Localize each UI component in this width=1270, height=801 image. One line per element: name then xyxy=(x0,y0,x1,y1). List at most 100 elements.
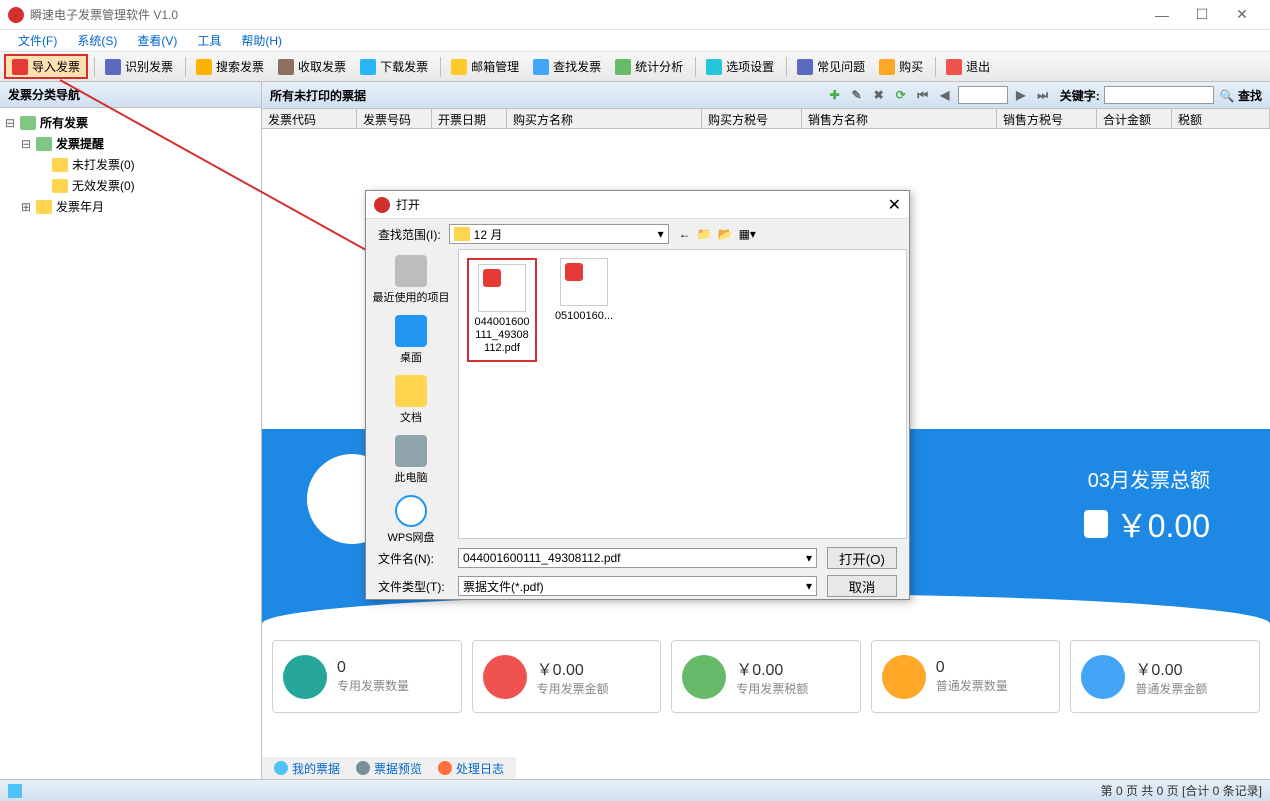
options-icon xyxy=(706,59,722,75)
tab-preview[interactable]: 票据预览 xyxy=(348,760,430,777)
cancel-button[interactable]: 取消 xyxy=(827,575,897,597)
col-number[interactable]: 发票号码 xyxy=(357,109,432,128)
col-tax[interactable]: 税额 xyxy=(1172,109,1270,128)
sidebar-label: WPS网盘 xyxy=(387,532,434,544)
nav-refresh[interactable]: ⟳ xyxy=(892,86,910,104)
menu-system[interactable]: 系统(S) xyxy=(67,32,127,49)
col-date[interactable]: 开票日期 xyxy=(432,109,507,128)
card-normal-amount: ￥0.00普通发票金额 xyxy=(1070,640,1260,713)
nav-edit[interactable]: ✎ xyxy=(848,86,866,104)
receive-icon xyxy=(278,59,294,75)
toolbar-stats[interactable]: 统计分析 xyxy=(609,56,689,77)
folder-icon xyxy=(36,200,52,214)
filetype-value: 票据文件(*.pdf) xyxy=(463,578,544,595)
col-code[interactable]: 发票代码 xyxy=(262,109,357,128)
toolbar-options[interactable]: 选项设置 xyxy=(700,56,780,77)
mailbox-icon xyxy=(451,59,467,75)
tree-invalid[interactable]: 无效发票(0) xyxy=(4,175,257,196)
col-seller[interactable]: 销售方名称 xyxy=(802,109,997,128)
import-icon xyxy=(12,59,28,75)
sidebar-desktop[interactable]: 桌面 xyxy=(371,315,451,365)
menu-tools[interactable]: 工具 xyxy=(187,32,231,49)
toolbar-download[interactable]: 下载发票 xyxy=(354,56,434,77)
tree-all-invoices[interactable]: ⊟所有发票 xyxy=(4,112,257,133)
file-item-selected[interactable]: 044001600111_49308112.pdf xyxy=(467,258,537,362)
content-title: 所有未打印的票据 xyxy=(270,87,826,104)
col-seller-tax[interactable]: 销售方税号 xyxy=(997,109,1097,128)
tab-my-invoices[interactable]: 我的票据 xyxy=(266,760,348,777)
toolbar-find[interactable]: 查找发票 xyxy=(527,56,607,77)
folder-select[interactable]: 12 月 ▾ xyxy=(449,224,669,244)
pc-icon xyxy=(395,435,427,467)
toolbar-faq-label: 常见问题 xyxy=(817,58,865,75)
menu-file[interactable]: 文件(F) xyxy=(8,32,67,49)
col-buyer[interactable]: 购买方名称 xyxy=(507,109,702,128)
wps-icon xyxy=(395,495,427,527)
toolbar-buy-label: 购买 xyxy=(899,58,923,75)
card-value: 0 xyxy=(936,659,1008,677)
nav-view-icon[interactable]: ▦▾ xyxy=(739,227,756,241)
col-buyer-tax[interactable]: 购买方税号 xyxy=(702,109,802,128)
clipboard-icon xyxy=(283,655,327,699)
col-total[interactable]: 合计金额 xyxy=(1097,109,1172,128)
toolbar-recognize[interactable]: 识别发票 xyxy=(99,56,179,77)
card-label: 专用发票税额 xyxy=(736,680,808,697)
toolbar-mailbox[interactable]: 邮箱管理 xyxy=(445,56,525,77)
monitor-icon xyxy=(8,784,22,798)
nav-add[interactable]: ✚ xyxy=(826,86,844,104)
tab-label: 处理日志 xyxy=(456,760,504,777)
dialog-close[interactable]: ✕ xyxy=(888,195,901,215)
menu-view[interactable]: 查看(V) xyxy=(127,32,187,49)
toolbar-exit[interactable]: 退出 xyxy=(940,56,996,77)
filename-input[interactable]: 044001600111_49308112.pdf▾ xyxy=(458,548,817,568)
card-label: 普通发票金额 xyxy=(1135,680,1207,697)
keyword-input[interactable] xyxy=(1104,86,1214,104)
bag-icon xyxy=(1084,510,1108,538)
find-icon xyxy=(533,59,549,75)
sidebar-pc[interactable]: 此电脑 xyxy=(371,435,451,485)
sidebar-docs[interactable]: 文档 xyxy=(371,375,451,425)
tab-log[interactable]: 处理日志 xyxy=(430,760,512,777)
folder-icon xyxy=(52,179,68,193)
menu-help[interactable]: 帮助(H) xyxy=(231,32,292,49)
close-button[interactable]: ✕ xyxy=(1222,2,1262,28)
sidebar: 发票分类导航 ⊟所有发票 ⊟发票提醒 未打发票(0) 无效发票(0) ⊞发票年月 xyxy=(0,82,262,779)
dropdown-icon: ▾ xyxy=(806,579,812,593)
minimize-button[interactable]: — xyxy=(1142,2,1182,28)
search-button[interactable]: 🔍 查找 xyxy=(1220,87,1262,104)
maximize-button[interactable]: ☐ xyxy=(1182,2,1222,28)
toolbar-receive[interactable]: 收取发票 xyxy=(272,56,352,77)
doc-icon xyxy=(682,655,726,699)
nav-page-input[interactable] xyxy=(958,86,1008,104)
toolbar-buy[interactable]: 购买 xyxy=(873,56,929,77)
open-button[interactable]: 打开(O) xyxy=(827,547,897,569)
nav-first[interactable]: ⏮ xyxy=(914,86,932,104)
sidebar-wps[interactable]: WPS网盘 xyxy=(371,495,451,545)
card-value: ￥0.00 xyxy=(1135,656,1207,680)
tree-unprinted[interactable]: 未打发票(0) xyxy=(4,154,257,175)
nav-back-icon[interactable]: ← xyxy=(679,227,691,241)
tree-byyear[interactable]: ⊞发票年月 xyxy=(4,196,257,217)
file-item[interactable]: 05100160... xyxy=(549,258,619,323)
dialog-sidebar: 最近使用的项目 桌面 文档 此电脑 WPS网盘 xyxy=(366,249,456,539)
toolbar-recognize-label: 识别发票 xyxy=(125,58,173,75)
nav-next[interactable]: ▶ xyxy=(1012,86,1030,104)
sidebar-recent[interactable]: 最近使用的项目 xyxy=(371,255,451,305)
toolbar-faq[interactable]: 常见问题 xyxy=(791,56,871,77)
nav-delete[interactable]: ✖ xyxy=(870,86,888,104)
toolbar-import-label: 导入发票 xyxy=(32,58,80,75)
tree-label: 未打发票(0) xyxy=(72,156,135,173)
nav-newfolder-icon[interactable]: 📂 xyxy=(718,227,733,241)
filetype-select[interactable]: 票据文件(*.pdf) ▾ xyxy=(458,576,817,596)
toolbar-search[interactable]: 搜索发票 xyxy=(190,56,270,77)
table-header: 发票代码 发票号码 开票日期 购买方名称 购买方税号 销售方名称 销售方税号 合… xyxy=(262,109,1270,129)
range-label: 查找范围(I): xyxy=(378,226,441,243)
toolbar-options-label: 选项设置 xyxy=(726,58,774,75)
toolbar-import[interactable]: 导入发票 xyxy=(4,54,88,79)
nav-last[interactable]: ⏭ xyxy=(1034,86,1052,104)
app-icon xyxy=(8,7,24,23)
toolbar-exit-label: 退出 xyxy=(966,58,990,75)
tree-remind[interactable]: ⊟发票提醒 xyxy=(4,133,257,154)
nav-up-icon[interactable]: 📁 xyxy=(697,227,712,241)
nav-prev[interactable]: ◀ xyxy=(936,86,954,104)
